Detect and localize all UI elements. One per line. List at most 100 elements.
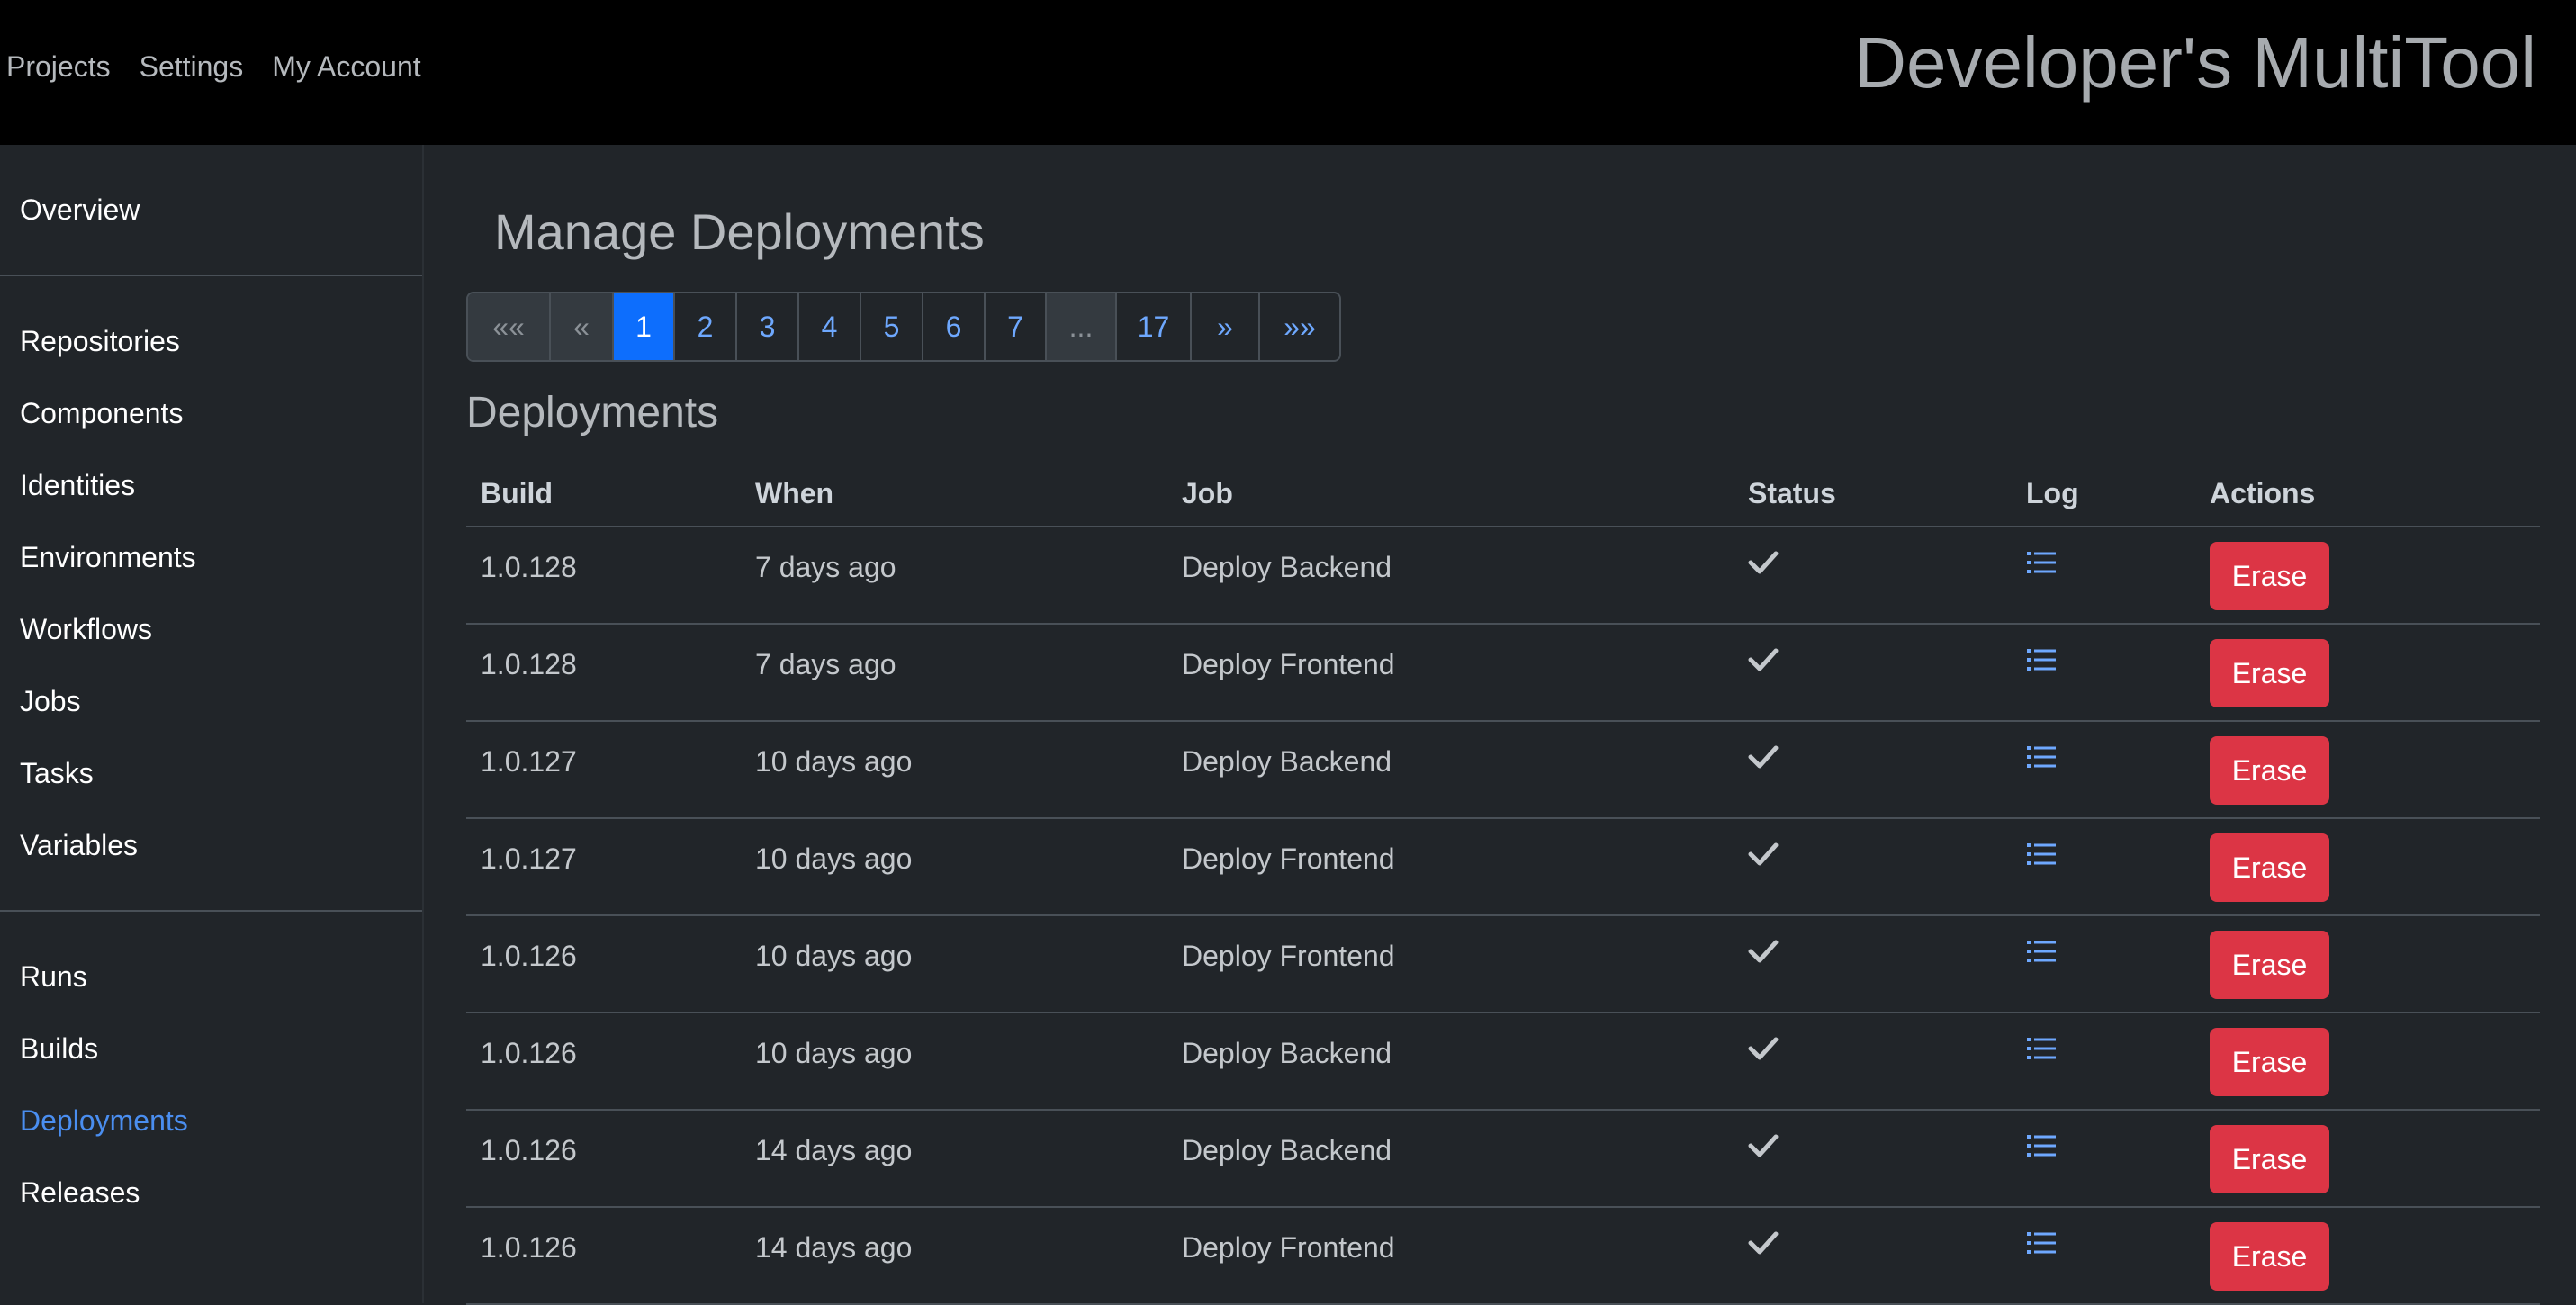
log-cell [2012, 526, 2195, 625]
job-cell: Deploy Backend [1167, 1110, 1734, 1208]
deployment-time: 10 days ago [755, 745, 913, 778]
sidebar-item-builds[interactable]: Builds [20, 1030, 98, 1066]
page-next-button[interactable]: » [1190, 293, 1258, 360]
when-cell: 10 days ago [741, 1012, 1167, 1111]
sidebar-item-runs[interactable]: Runs [20, 958, 87, 994]
job-cell: Deploy Frontend [1167, 624, 1734, 722]
page-ellipsis: ... [1045, 293, 1115, 360]
status-cell [1734, 1012, 2012, 1111]
build-version: 1.0.128 [481, 648, 577, 680]
check-icon [1748, 1013, 2012, 1069]
check-icon [1748, 722, 2012, 778]
build-version: 1.0.126 [481, 1231, 577, 1264]
list-icon[interactable] [2026, 1013, 2195, 1069]
deployments-table: Build When Job Status Log Actions 1.0.12… [466, 461, 2540, 1305]
deployment-time: 14 days ago [755, 1231, 913, 1264]
sidebar-item-jobs[interactable]: Jobs [20, 683, 81, 719]
sidebar-item-workflows[interactable]: Workflows [20, 611, 152, 647]
job-cell: Deploy Frontend [1167, 818, 1734, 916]
build-cell: 1.0.126 [466, 1110, 741, 1208]
erase-button[interactable]: Erase [2210, 1125, 2329, 1193]
list-icon[interactable] [2026, 625, 2195, 680]
table-row: 1.0.128 7 days ago Deploy Frontend Erase [466, 624, 2540, 722]
list-icon[interactable] [2026, 527, 2195, 583]
build-version: 1.0.127 [481, 842, 577, 875]
sidebar-item-tasks[interactable]: Tasks [20, 755, 94, 791]
nav-link-projects[interactable]: Projects [6, 49, 111, 85]
deployment-time: 10 days ago [755, 842, 913, 875]
page-button-1[interactable]: 1 [612, 293, 673, 360]
page-last-button[interactable]: »» [1258, 293, 1339, 360]
actions-cell: Erase [2195, 1110, 2540, 1208]
log-cell [2012, 1110, 2195, 1208]
column-header-actions[interactable]: Actions [2195, 461, 2540, 527]
job-cell: Deploy Frontend [1167, 915, 1734, 1013]
status-cell [1734, 721, 2012, 819]
sidebar-item-environments[interactable]: Environments [20, 539, 196, 575]
sidebar-item-identities[interactable]: Identities [20, 467, 135, 503]
when-cell: 14 days ago [741, 1207, 1167, 1305]
erase-button[interactable]: Erase [2210, 1028, 2329, 1096]
erase-button[interactable]: Erase [2210, 931, 2329, 999]
column-header-job[interactable]: Job [1167, 461, 1734, 527]
erase-button[interactable]: Erase [2210, 639, 2329, 707]
nav-link-settings[interactable]: Settings [140, 49, 244, 85]
when-cell: 7 days ago [741, 624, 1167, 722]
sidebar-item-repositories[interactable]: Repositories [20, 323, 180, 359]
page-button-3[interactable]: 3 [735, 293, 797, 360]
sidebar-item-components[interactable]: Components [20, 395, 183, 431]
sidebar-item-deployments[interactable]: Deployments [20, 1102, 188, 1138]
list-icon[interactable] [2026, 819, 2195, 875]
when-cell: 10 days ago [741, 721, 1167, 819]
sidebar-item-overview[interactable]: Overview [20, 192, 140, 228]
list-icon[interactable] [2026, 916, 2195, 972]
page-first-button[interactable]: «« [468, 293, 549, 360]
erase-button[interactable]: Erase [2210, 542, 2329, 610]
table-row: 1.0.128 7 days ago Deploy Backend Erase [466, 526, 2540, 625]
erase-button[interactable]: Erase [2210, 736, 2329, 805]
column-header-log[interactable]: Log [2012, 461, 2195, 527]
deployment-time: 10 days ago [755, 940, 913, 972]
erase-button[interactable]: Erase [2210, 1222, 2329, 1291]
sidebar-item-releases[interactable]: Releases [20, 1174, 140, 1210]
sidebar-item-variables[interactable]: Variables [20, 827, 138, 863]
job-cell: Deploy Backend [1167, 1012, 1734, 1111]
check-icon [1748, 527, 2012, 583]
log-cell [2012, 1207, 2195, 1305]
actions-cell: Erase [2195, 818, 2540, 916]
status-cell [1734, 526, 2012, 625]
sidebar-divider [0, 910, 422, 912]
sidebar-divider [0, 274, 422, 276]
when-cell: 10 days ago [741, 818, 1167, 916]
list-icon[interactable] [2026, 1208, 2195, 1264]
build-cell: 1.0.128 [466, 624, 741, 722]
page-button-4[interactable]: 4 [797, 293, 860, 360]
job-name: Deploy Backend [1182, 745, 1392, 778]
erase-button[interactable]: Erase [2210, 833, 2329, 902]
build-cell: 1.0.126 [466, 1012, 741, 1111]
list-icon[interactable] [2026, 722, 2195, 778]
page-button-6[interactable]: 6 [922, 293, 984, 360]
build-version: 1.0.128 [481, 551, 577, 583]
job-cell: Deploy Backend [1167, 526, 1734, 625]
table-row: 1.0.126 10 days ago Deploy Frontend Erase [466, 915, 2540, 1013]
build-cell: 1.0.127 [466, 721, 741, 819]
build-version: 1.0.126 [481, 1037, 577, 1069]
page-prev-button[interactable]: « [549, 293, 612, 360]
page-button-2[interactable]: 2 [673, 293, 735, 360]
job-name: Deploy Backend [1182, 1134, 1392, 1166]
column-header-build[interactable]: Build [466, 461, 741, 527]
list-icon[interactable] [2026, 1111, 2195, 1166]
table-header-row: Build When Job Status Log Actions [466, 461, 2540, 527]
build-cell: 1.0.126 [466, 915, 741, 1013]
column-header-when[interactable]: When [741, 461, 1167, 527]
top-nav-links: Projects Settings My Account [6, 49, 421, 85]
table-row: 1.0.127 10 days ago Deploy Frontend Erase [466, 818, 2540, 916]
page-button-5[interactable]: 5 [860, 293, 922, 360]
page-button-7[interactable]: 7 [984, 293, 1045, 360]
page-button-17[interactable]: 17 [1115, 293, 1190, 360]
log-cell [2012, 721, 2195, 819]
sidebar: Overview Repositories Components Identit… [0, 145, 424, 1303]
nav-link-my-account[interactable]: My Account [272, 49, 420, 85]
column-header-status[interactable]: Status [1734, 461, 2012, 527]
